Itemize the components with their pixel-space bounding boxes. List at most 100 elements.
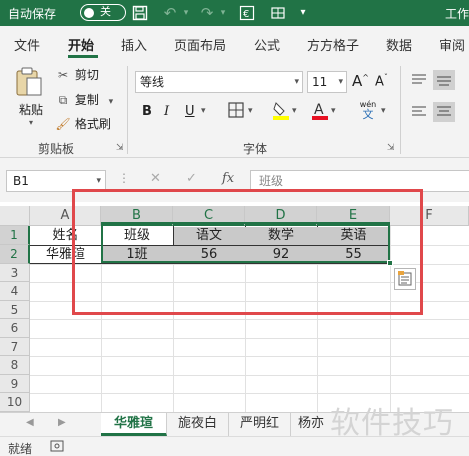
chevron-down-icon: ▾ bbox=[294, 77, 299, 87]
copy-dropdown-icon[interactable]: ▾ bbox=[109, 97, 114, 107]
font-name-select[interactable]: 等线 ▾ bbox=[135, 71, 303, 93]
svg-text:€: € bbox=[243, 9, 249, 20]
cut-label: 剪切 bbox=[74, 68, 99, 82]
underline-button[interactable]: U bbox=[185, 104, 195, 119]
scissors-icon: ✂ bbox=[57, 68, 69, 82]
highlight-box bbox=[72, 189, 423, 315]
font-size-select[interactable]: 11 ▾ bbox=[307, 71, 347, 93]
italic-button[interactable]: I bbox=[164, 104, 169, 119]
tab-formulas[interactable]: 公式 bbox=[254, 35, 280, 54]
clipboard-launcher-icon[interactable]: ⇲ bbox=[116, 143, 124, 153]
fill-color-icon[interactable] bbox=[272, 101, 290, 124]
tab-page-layout[interactable]: 页面布局 bbox=[174, 35, 226, 54]
font-name-value: 等线 bbox=[140, 75, 165, 89]
align-center-icon[interactable] bbox=[433, 102, 455, 122]
cut-button[interactable]: ✂ 剪切 bbox=[55, 66, 99, 83]
row-header-6[interactable]: 6 bbox=[0, 319, 30, 338]
tab-data[interactable]: 数据 bbox=[386, 35, 412, 54]
undo-dropdown-icon[interactable]: ▾ bbox=[180, 3, 192, 23]
fill-color-dropdown-icon[interactable]: ▾ bbox=[292, 106, 297, 116]
name-box-value: B1 bbox=[13, 174, 29, 188]
row-header-2[interactable]: 2 bbox=[0, 245, 30, 264]
copy-button[interactable]: ⧉ 复制 ▾ bbox=[55, 91, 114, 108]
redo-dropdown-icon[interactable]: ▾ bbox=[217, 3, 229, 23]
align-left-icon[interactable] bbox=[410, 104, 428, 123]
row-header-5[interactable]: 5 bbox=[0, 301, 30, 319]
enter-icon[interactable]: ✓ bbox=[186, 171, 197, 186]
cancel-icon[interactable]: ✕ bbox=[150, 171, 161, 186]
phonetic-icon[interactable]: wén 文 bbox=[357, 100, 379, 120]
paste-label: 粘贴 bbox=[18, 103, 43, 117]
sheet-prev-icon[interactable]: ◀ bbox=[26, 417, 34, 428]
save-icon[interactable] bbox=[130, 3, 150, 23]
autosave-toggle[interactable]: 关 bbox=[80, 4, 126, 21]
row-header-7[interactable]: 7 bbox=[0, 338, 30, 356]
clipboard-group-label: 剪贴板 bbox=[38, 142, 75, 156]
select-all-corner[interactable] bbox=[0, 206, 30, 226]
phonetic-sub: 文 bbox=[362, 108, 374, 121]
redo-icon[interactable]: ↷ bbox=[197, 3, 217, 23]
sheet-tab-active[interactable]: 华雅瑄 bbox=[101, 413, 167, 436]
more-icon[interactable]: ⋮ bbox=[118, 171, 130, 185]
tab-file[interactable]: 文件 bbox=[14, 35, 40, 54]
font-color-icon[interactable]: A bbox=[311, 101, 329, 124]
copy-icon: ⧉ bbox=[58, 93, 68, 107]
gridline bbox=[30, 338, 469, 339]
insert-function-icon[interactable]: fx bbox=[222, 171, 234, 186]
sheet-next-icon[interactable]: ▶ bbox=[58, 417, 66, 428]
row-header-10[interactable]: 10 bbox=[0, 393, 30, 412]
bold-button[interactable]: B bbox=[142, 104, 152, 119]
gridline bbox=[30, 393, 469, 394]
toggle-knob bbox=[84, 7, 94, 18]
borders-icon[interactable] bbox=[228, 102, 244, 121]
row-header-3[interactable]: 3 bbox=[0, 264, 30, 282]
format-painter-button[interactable]: 🖌 格式刷 bbox=[55, 115, 111, 132]
tab-insert[interactable]: 插入 bbox=[121, 35, 147, 54]
tab-fangfang[interactable]: 方方格子 bbox=[307, 35, 359, 54]
group-divider bbox=[127, 66, 128, 154]
paste-button[interactable]: 粘贴 ▾ bbox=[14, 66, 48, 127]
gridline bbox=[30, 319, 469, 320]
gridline bbox=[30, 375, 469, 376]
row-header-8[interactable]: 8 bbox=[0, 356, 30, 375]
copy-label: 复制 bbox=[74, 93, 99, 107]
sheet-tab[interactable]: 严明红 bbox=[229, 413, 291, 436]
font-group-label: 字体 bbox=[243, 142, 268, 156]
font-size-value: 11 bbox=[312, 75, 328, 89]
font-color-dropdown-icon[interactable]: ▾ bbox=[331, 106, 336, 116]
paste-dropdown-icon[interactable]: ▾ bbox=[14, 118, 48, 127]
undo-icon[interactable]: ↶ bbox=[160, 3, 180, 23]
row-header-4[interactable]: 4 bbox=[0, 282, 30, 301]
sheet-tab[interactable]: 杨亦 bbox=[291, 413, 331, 436]
phonetic-dropdown-icon[interactable]: ▾ bbox=[381, 106, 386, 116]
align-top-icon[interactable] bbox=[410, 72, 428, 91]
svg-text:A: A bbox=[314, 102, 324, 118]
title-bar: 自动保存 关 ↶ ▾ ↷ ▾ € ▾ 工作 bbox=[0, 0, 469, 26]
accessibility-icon[interactable] bbox=[50, 440, 64, 455]
increase-font-icon[interactable]: A^ bbox=[352, 72, 369, 90]
paste-icon bbox=[16, 67, 42, 96]
quick-access-icon[interactable] bbox=[268, 3, 288, 23]
watermark: 软件技巧 bbox=[330, 406, 454, 441]
customize-toolbar-icon[interactable]: ▾ bbox=[296, 3, 310, 23]
decrease-font-icon[interactable]: Aˇ bbox=[375, 73, 388, 89]
group-divider bbox=[400, 66, 401, 154]
app-title: 工作 bbox=[444, 7, 469, 21]
align-middle-icon[interactable] bbox=[433, 70, 455, 90]
borders-dropdown-icon[interactable]: ▾ bbox=[248, 106, 253, 116]
format-painter-label: 格式刷 bbox=[74, 117, 111, 131]
ribbon: 粘贴 ▾ ✂ 剪切 ⧉ 复制 ▾ 🖌 格式刷 剪贴板 ⇲ 等线 ▾ 11 ▾ A… bbox=[0, 60, 469, 158]
active-tab-indicator bbox=[68, 55, 98, 58]
chevron-down-icon: ▾ bbox=[96, 176, 101, 186]
sheet-tab[interactable]: 旎夜白 bbox=[167, 413, 229, 436]
tab-review[interactable]: 审阅 bbox=[439, 35, 465, 54]
row-header-9[interactable]: 9 bbox=[0, 375, 30, 393]
underline-dropdown-icon[interactable]: ▾ bbox=[201, 106, 206, 116]
font-launcher-icon[interactable]: ⇲ bbox=[387, 143, 395, 153]
format-clear-icon[interactable]: € bbox=[237, 3, 257, 23]
gridline bbox=[30, 356, 469, 357]
row-header-1[interactable]: 1 bbox=[0, 226, 30, 245]
toggle-state: 关 bbox=[100, 5, 111, 18]
tab-home[interactable]: 开始 bbox=[68, 35, 94, 54]
formula-value: 班级 bbox=[259, 174, 284, 188]
